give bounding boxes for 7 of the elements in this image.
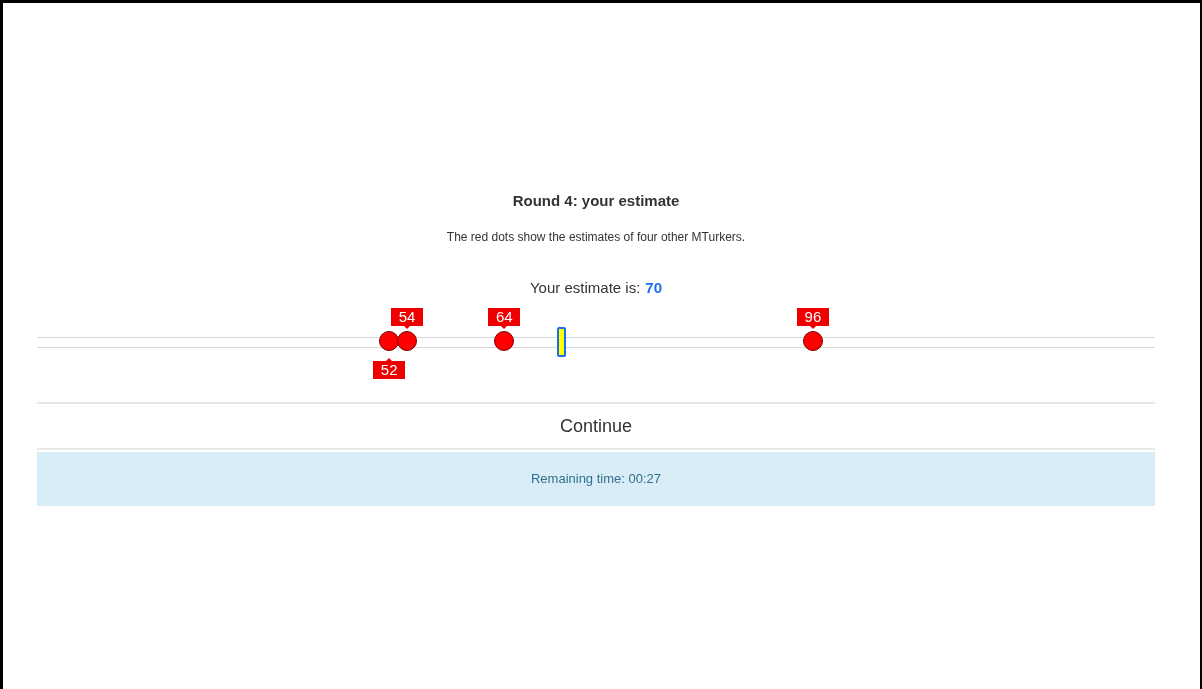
estimate-value: 70 xyxy=(645,279,662,296)
round-title: Round 4: your estimate xyxy=(511,191,681,211)
timer-banner: Remaining time: 00:27 xyxy=(37,452,1155,506)
instruction-text: The red dots show the estimates of four other MTurkers. xyxy=(445,229,747,245)
estimate-label: Your estimate is: xyxy=(530,279,641,296)
slider-thumb[interactable] xyxy=(557,327,567,357)
continue-button[interactable]: Continue xyxy=(37,402,1155,450)
